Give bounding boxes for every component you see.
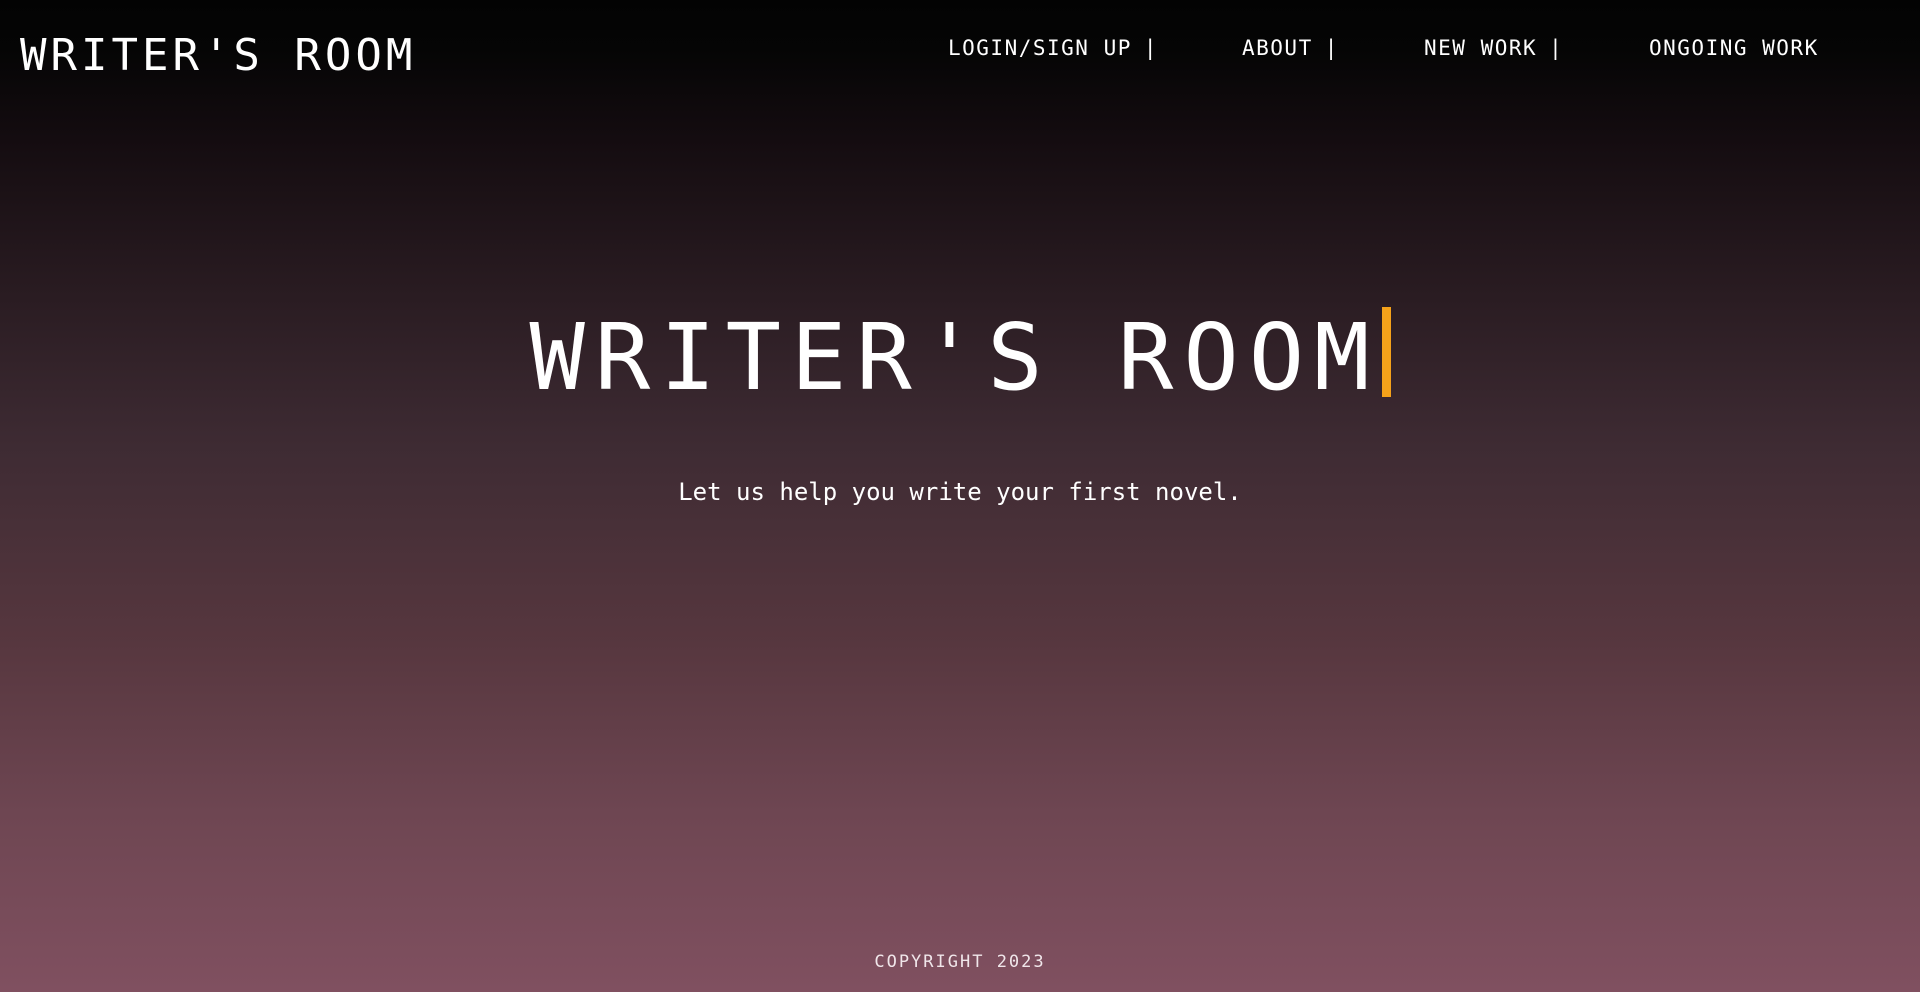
- nav-item-label: ONGOING WORK: [1649, 36, 1819, 60]
- nav-item-label: NEW WORK: [1424, 36, 1538, 60]
- nav-item-login-signup[interactable]: LOGIN/SIGN UP |: [948, 30, 1158, 66]
- main-nav: LOGIN/SIGN UP | ABOUT | NEW WORK | ONGOING …: [940, 30, 1880, 66]
- nav-separator: |: [1549, 36, 1564, 60]
- typing-cursor: [1381, 307, 1391, 397]
- nav-separator: |: [1324, 36, 1339, 60]
- nav-item-new-work[interactable]: NEW WORK |: [1424, 30, 1563, 66]
- footer-copyright: COPYRIGHT 2023: [874, 952, 1046, 972]
- hero-tagline: Let us help you write your first novel.: [678, 478, 1242, 506]
- site-logo[interactable]: WRITER'S ROOM: [20, 26, 416, 86]
- nav-item-label: LOGIN/SIGN UP: [948, 36, 1132, 60]
- nav-separator: |: [1143, 36, 1159, 60]
- hero-title: WRITER'S ROOM: [0, 298, 1920, 418]
- nav-item-ongoing-work[interactable]: ONGOING WORK: [1649, 30, 1819, 66]
- nav-item-label: ABOUT: [1242, 36, 1313, 60]
- hero-title-text: WRITER'S ROOM: [529, 304, 1380, 411]
- nav-item-about[interactable]: ABOUT |: [1242, 30, 1339, 66]
